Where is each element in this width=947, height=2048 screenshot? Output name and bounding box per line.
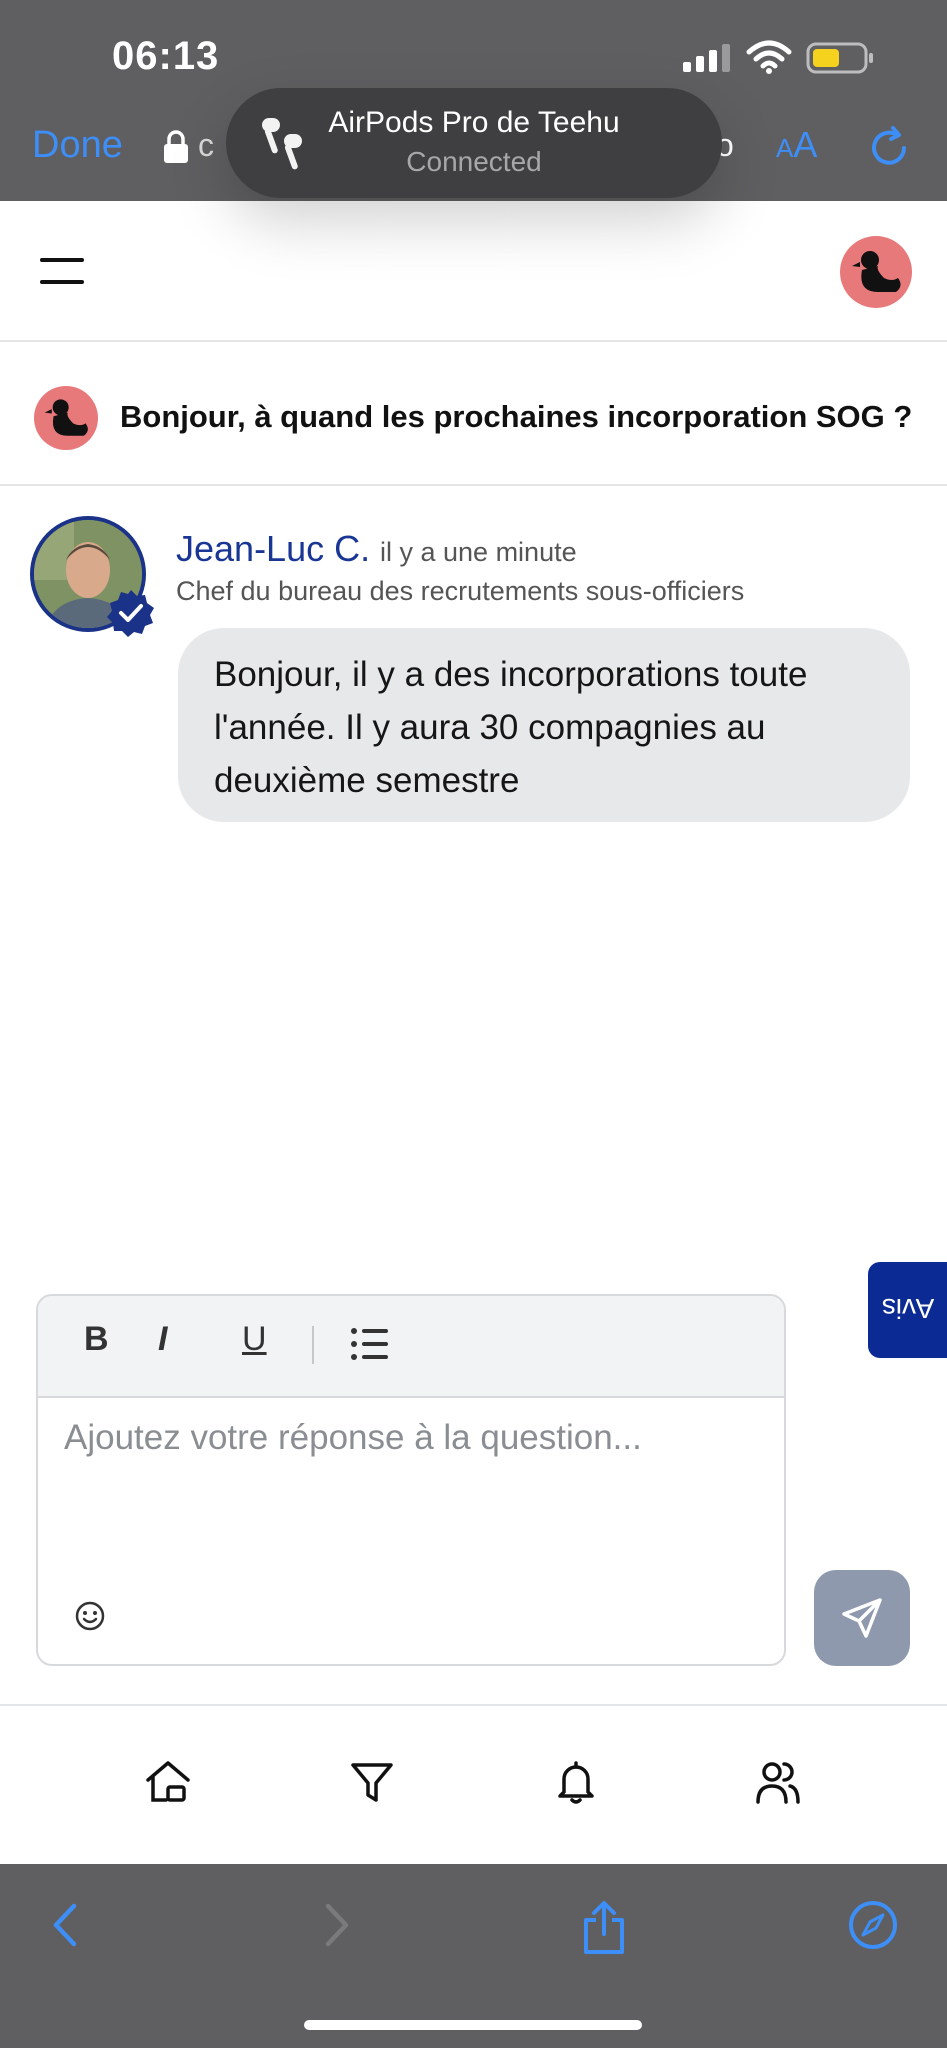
back-chevron-icon[interactable] — [48, 1900, 82, 1950]
url-text-start[interactable]: c — [198, 127, 214, 164]
hamburger-menu-icon[interactable] — [40, 258, 84, 288]
done-button[interactable]: Done — [32, 124, 123, 167]
battery-icon — [806, 42, 873, 74]
compass-icon[interactable] — [848, 1900, 898, 1950]
verified-badge-icon — [107, 590, 154, 637]
share-icon[interactable] — [580, 1900, 628, 1956]
feedback-tab[interactable]: Avis — [868, 1262, 947, 1358]
editor-toolbar: B I U — [38, 1296, 784, 1398]
users-icon[interactable] — [754, 1758, 802, 1806]
duck-icon — [44, 399, 88, 436]
answer-text: Bonjour, il y a des incorporations toute… — [214, 655, 808, 800]
reload-icon[interactable] — [866, 124, 912, 170]
text-size-big-label: A — [793, 124, 818, 165]
forward-chevron-icon[interactable] — [320, 1900, 354, 1950]
lock-icon — [164, 130, 188, 163]
question-divider — [0, 484, 947, 486]
filter-icon[interactable] — [348, 1758, 396, 1806]
underline-button[interactable]: U — [242, 1320, 267, 1359]
user-avatar[interactable] — [840, 236, 912, 308]
emoji-icon[interactable] — [74, 1600, 106, 1632]
reply-input[interactable]: Ajoutez votre réponse à la question... — [64, 1418, 642, 1458]
text-size-button[interactable]: AA — [776, 124, 817, 166]
bold-button[interactable]: B — [84, 1320, 109, 1359]
airpods-device-name: AirPods Pro de Teehu — [328, 106, 620, 139]
bell-icon[interactable] — [552, 1758, 600, 1806]
answer-bubble: Bonjour, il y a des incorporations toute… — [178, 628, 910, 822]
duck-icon — [852, 251, 901, 292]
send-button[interactable] — [814, 1570, 910, 1666]
answer-author-name[interactable]: Jean-Luc C. — [176, 528, 370, 570]
airpods-icon — [262, 118, 302, 170]
question-title: Bonjour, à quand les prochaines incorpor… — [120, 399, 913, 434]
bullet-list-icon[interactable] — [350, 1326, 390, 1362]
header-divider — [0, 340, 947, 342]
text-size-small-label: A — [776, 133, 794, 163]
status-time: 06:13 — [112, 34, 220, 78]
question-author-avatar — [34, 386, 98, 450]
answer-author-role: Chef du bureau des recrutements sous-off… — [176, 576, 745, 606]
airpods-status: Connected — [406, 146, 542, 177]
feedback-tab-label: Avis — [881, 1293, 935, 1324]
wifi-icon — [746, 40, 792, 74]
cellular-signal-icon — [683, 44, 730, 72]
answer-timestamp: il y a une minute — [380, 537, 577, 567]
toolbar-separator — [312, 1326, 314, 1364]
send-icon — [842, 1598, 882, 1638]
bottom-nav-divider — [0, 1704, 947, 1706]
home-indicator — [304, 2020, 642, 2030]
reply-editor: B I U Ajoutez votre réponse à la questio… — [36, 1294, 786, 1666]
italic-button[interactable]: I — [158, 1320, 167, 1359]
home-icon[interactable] — [144, 1758, 192, 1806]
